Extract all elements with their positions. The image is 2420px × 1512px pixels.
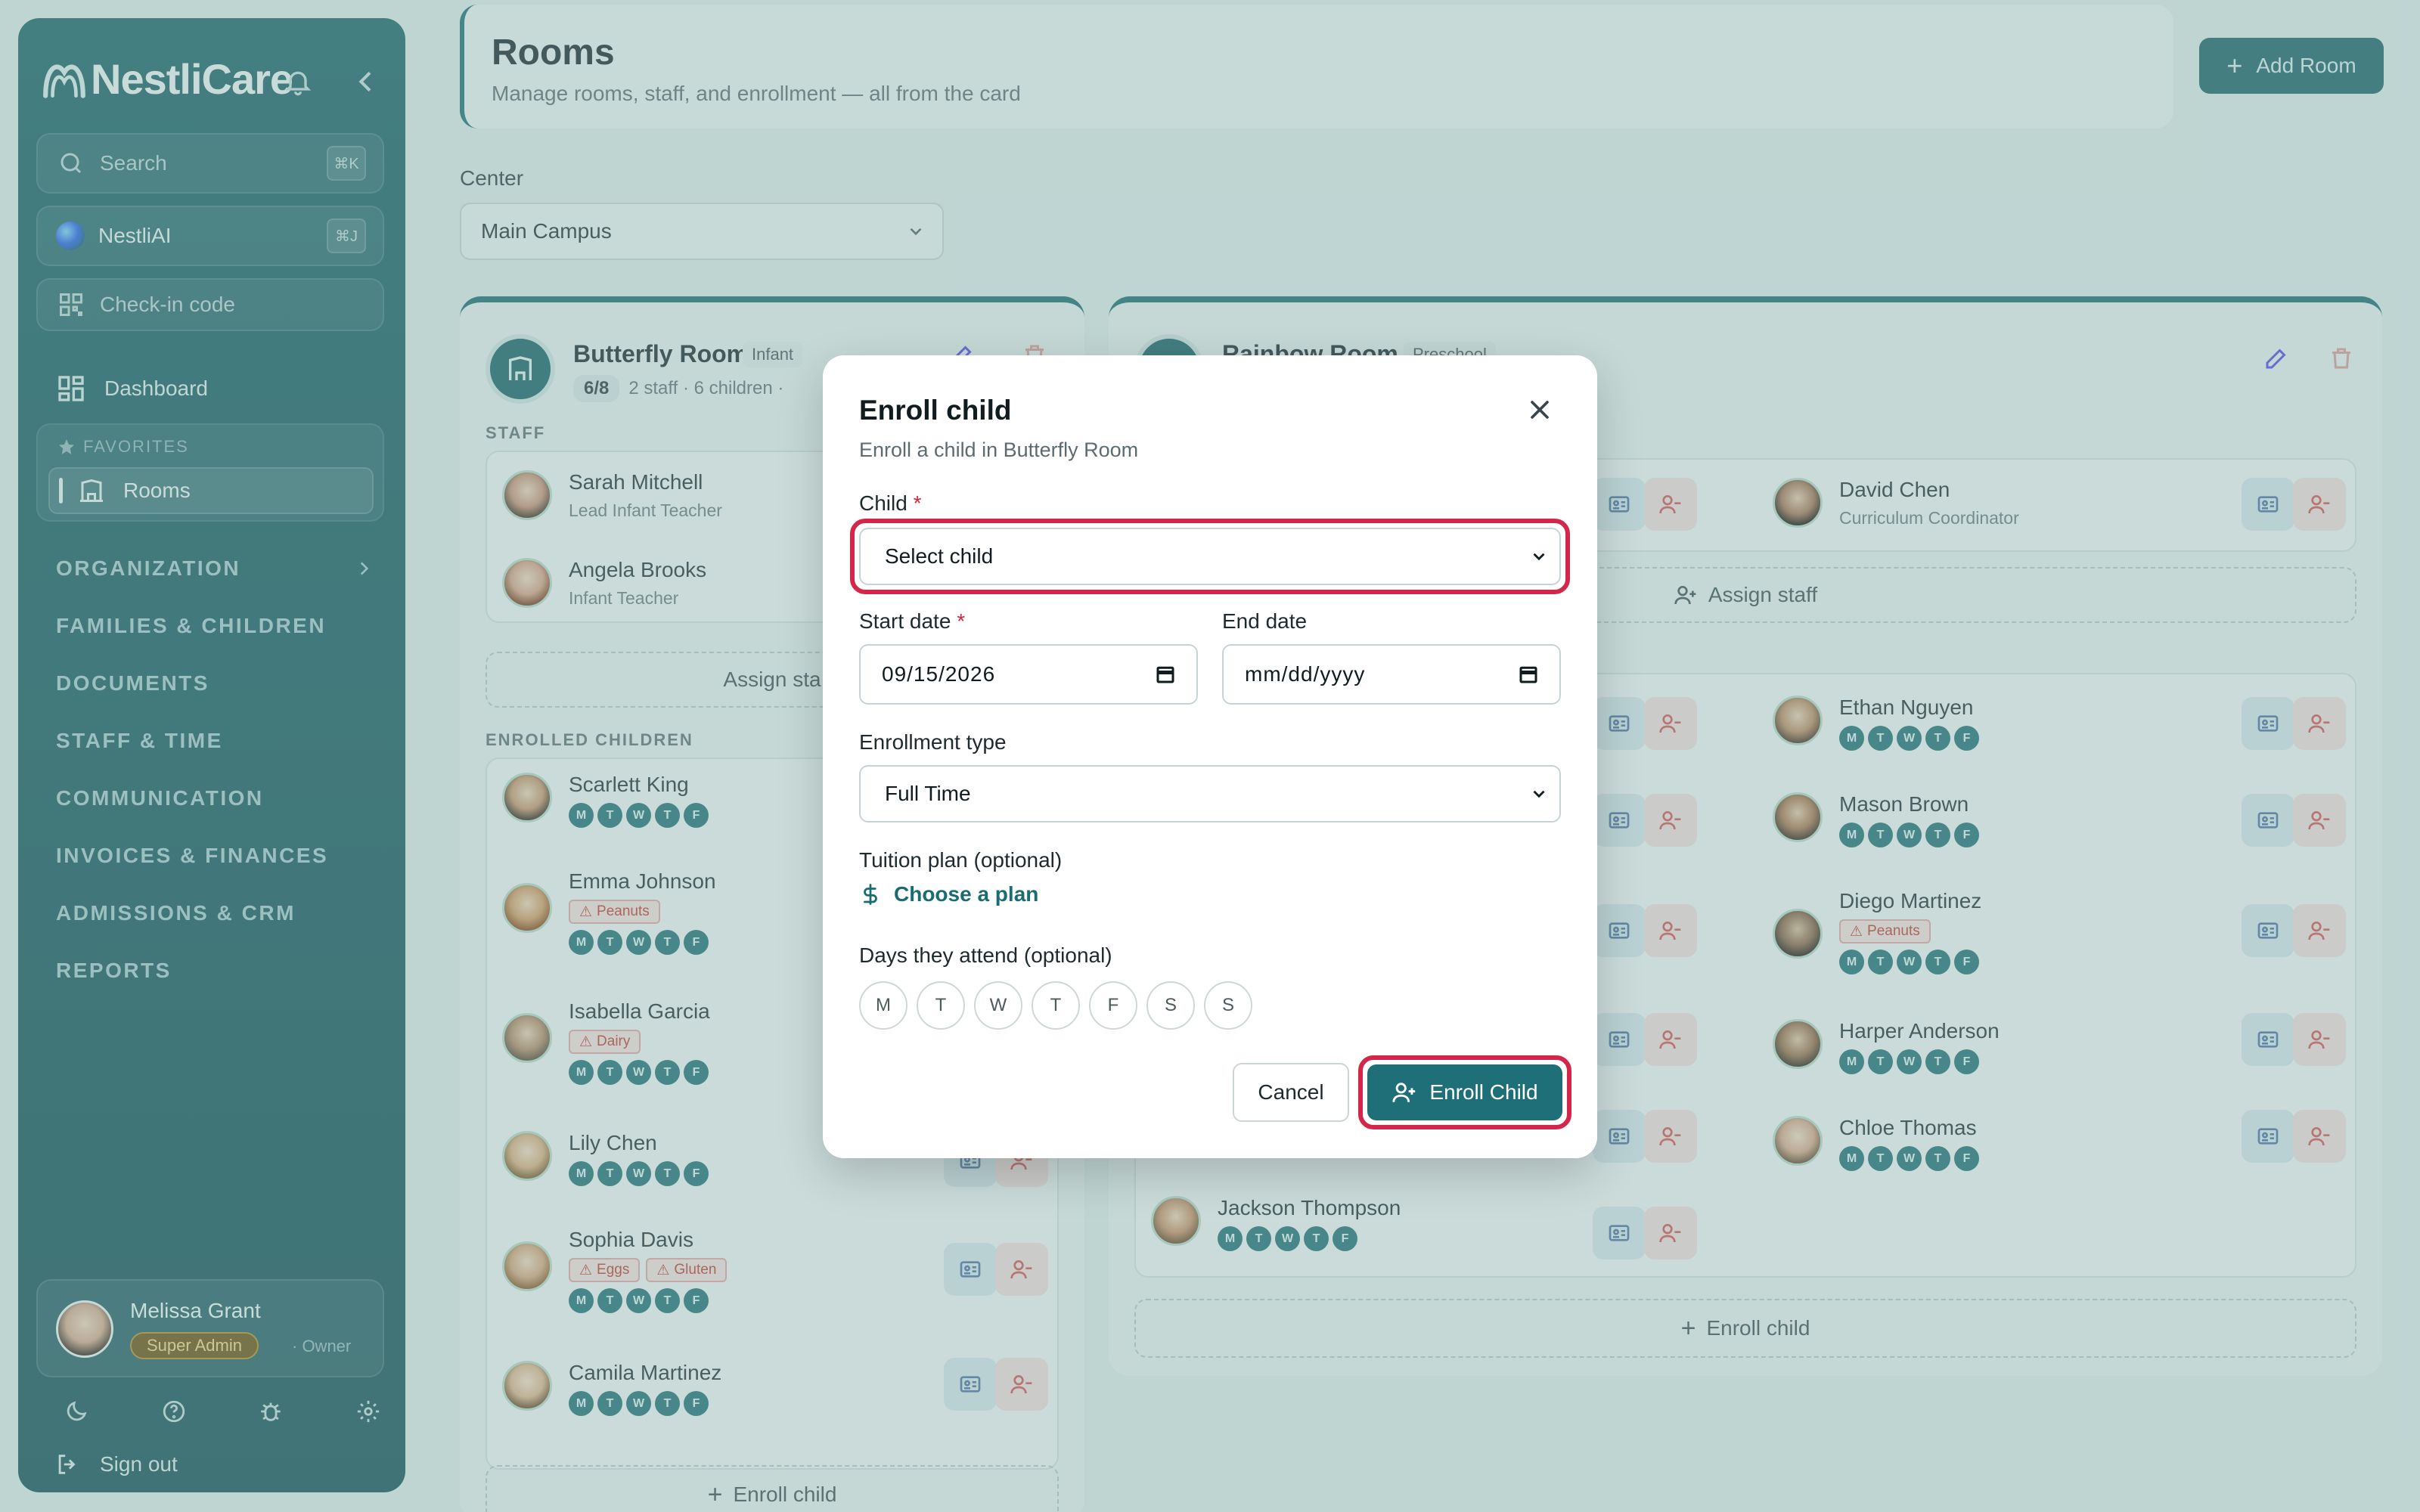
start-date-value: 09/15/2026 — [882, 662, 996, 686]
start-label-text: Start date — [859, 609, 951, 633]
enroll-child-submit-button[interactable]: Enroll Child — [1367, 1064, 1562, 1120]
cancel-button[interactable]: Cancel — [1233, 1063, 1349, 1122]
day-toggle-fri[interactable]: F — [1089, 981, 1137, 1030]
day-picker: M T W T F S S — [859, 981, 1252, 1030]
enrollment-type-value: Full Time — [885, 782, 971, 805]
day-toggle-thu[interactable]: T — [1032, 981, 1080, 1030]
choose-plan-link[interactable]: Choose a plan — [859, 881, 1038, 907]
day-toggle-tue[interactable]: T — [917, 981, 965, 1030]
dollar-icon — [864, 884, 877, 905]
child-select-value: Select child — [885, 544, 994, 568]
days-label: Days they attend (optional) — [859, 943, 1112, 967]
enroll-child-dialog: Enroll child Enroll a child in Butterfly… — [823, 355, 1597, 1158]
child-label: Child * — [859, 491, 922, 516]
close-icon[interactable] — [1525, 395, 1555, 425]
day-toggle-wed[interactable]: W — [974, 981, 1022, 1030]
end-date-label: End date — [1222, 609, 1308, 633]
day-toggle-mon[interactable]: M — [859, 981, 908, 1030]
user-plus-icon — [1392, 1083, 1416, 1102]
day-toggle-sat[interactable]: S — [1146, 981, 1195, 1030]
end-date-value: mm/dd/yyyy — [1245, 662, 1366, 686]
start-date-input[interactable]: 09/15/2026 — [859, 644, 1198, 705]
tuition-plan-label: Tuition plan (optional) — [859, 848, 1063, 872]
dialog-subtitle: Enroll a child in Butterfly Room — [859, 438, 1139, 461]
dialog-title: Enroll child — [859, 395, 1012, 426]
app-root: NestliCare Search ⌘K NestliAI ⌘J Check-i… — [0, 0, 2420, 1512]
choose-plan-label: Choose a plan — [894, 882, 1039, 906]
chevron-down-icon — [1533, 790, 1545, 798]
child-label-text: Child — [859, 491, 908, 515]
end-date-input[interactable]: mm/dd/yyyy — [1222, 644, 1561, 705]
child-select[interactable]: Select child — [859, 528, 1561, 585]
chevron-down-icon — [1533, 553, 1545, 561]
enrollment-type-label: Enrollment type — [859, 730, 1007, 754]
start-date-label: Start date * — [859, 609, 965, 634]
enrollment-type-select[interactable]: Full Time — [859, 765, 1561, 823]
calendar-icon[interactable] — [1517, 663, 1540, 686]
enroll-child-submit-label: Enroll Child — [1429, 1080, 1538, 1104]
calendar-icon[interactable] — [1154, 663, 1177, 686]
required-mark: * — [957, 609, 966, 633]
day-toggle-sun[interactable]: S — [1204, 981, 1252, 1030]
required-mark: * — [913, 491, 922, 515]
